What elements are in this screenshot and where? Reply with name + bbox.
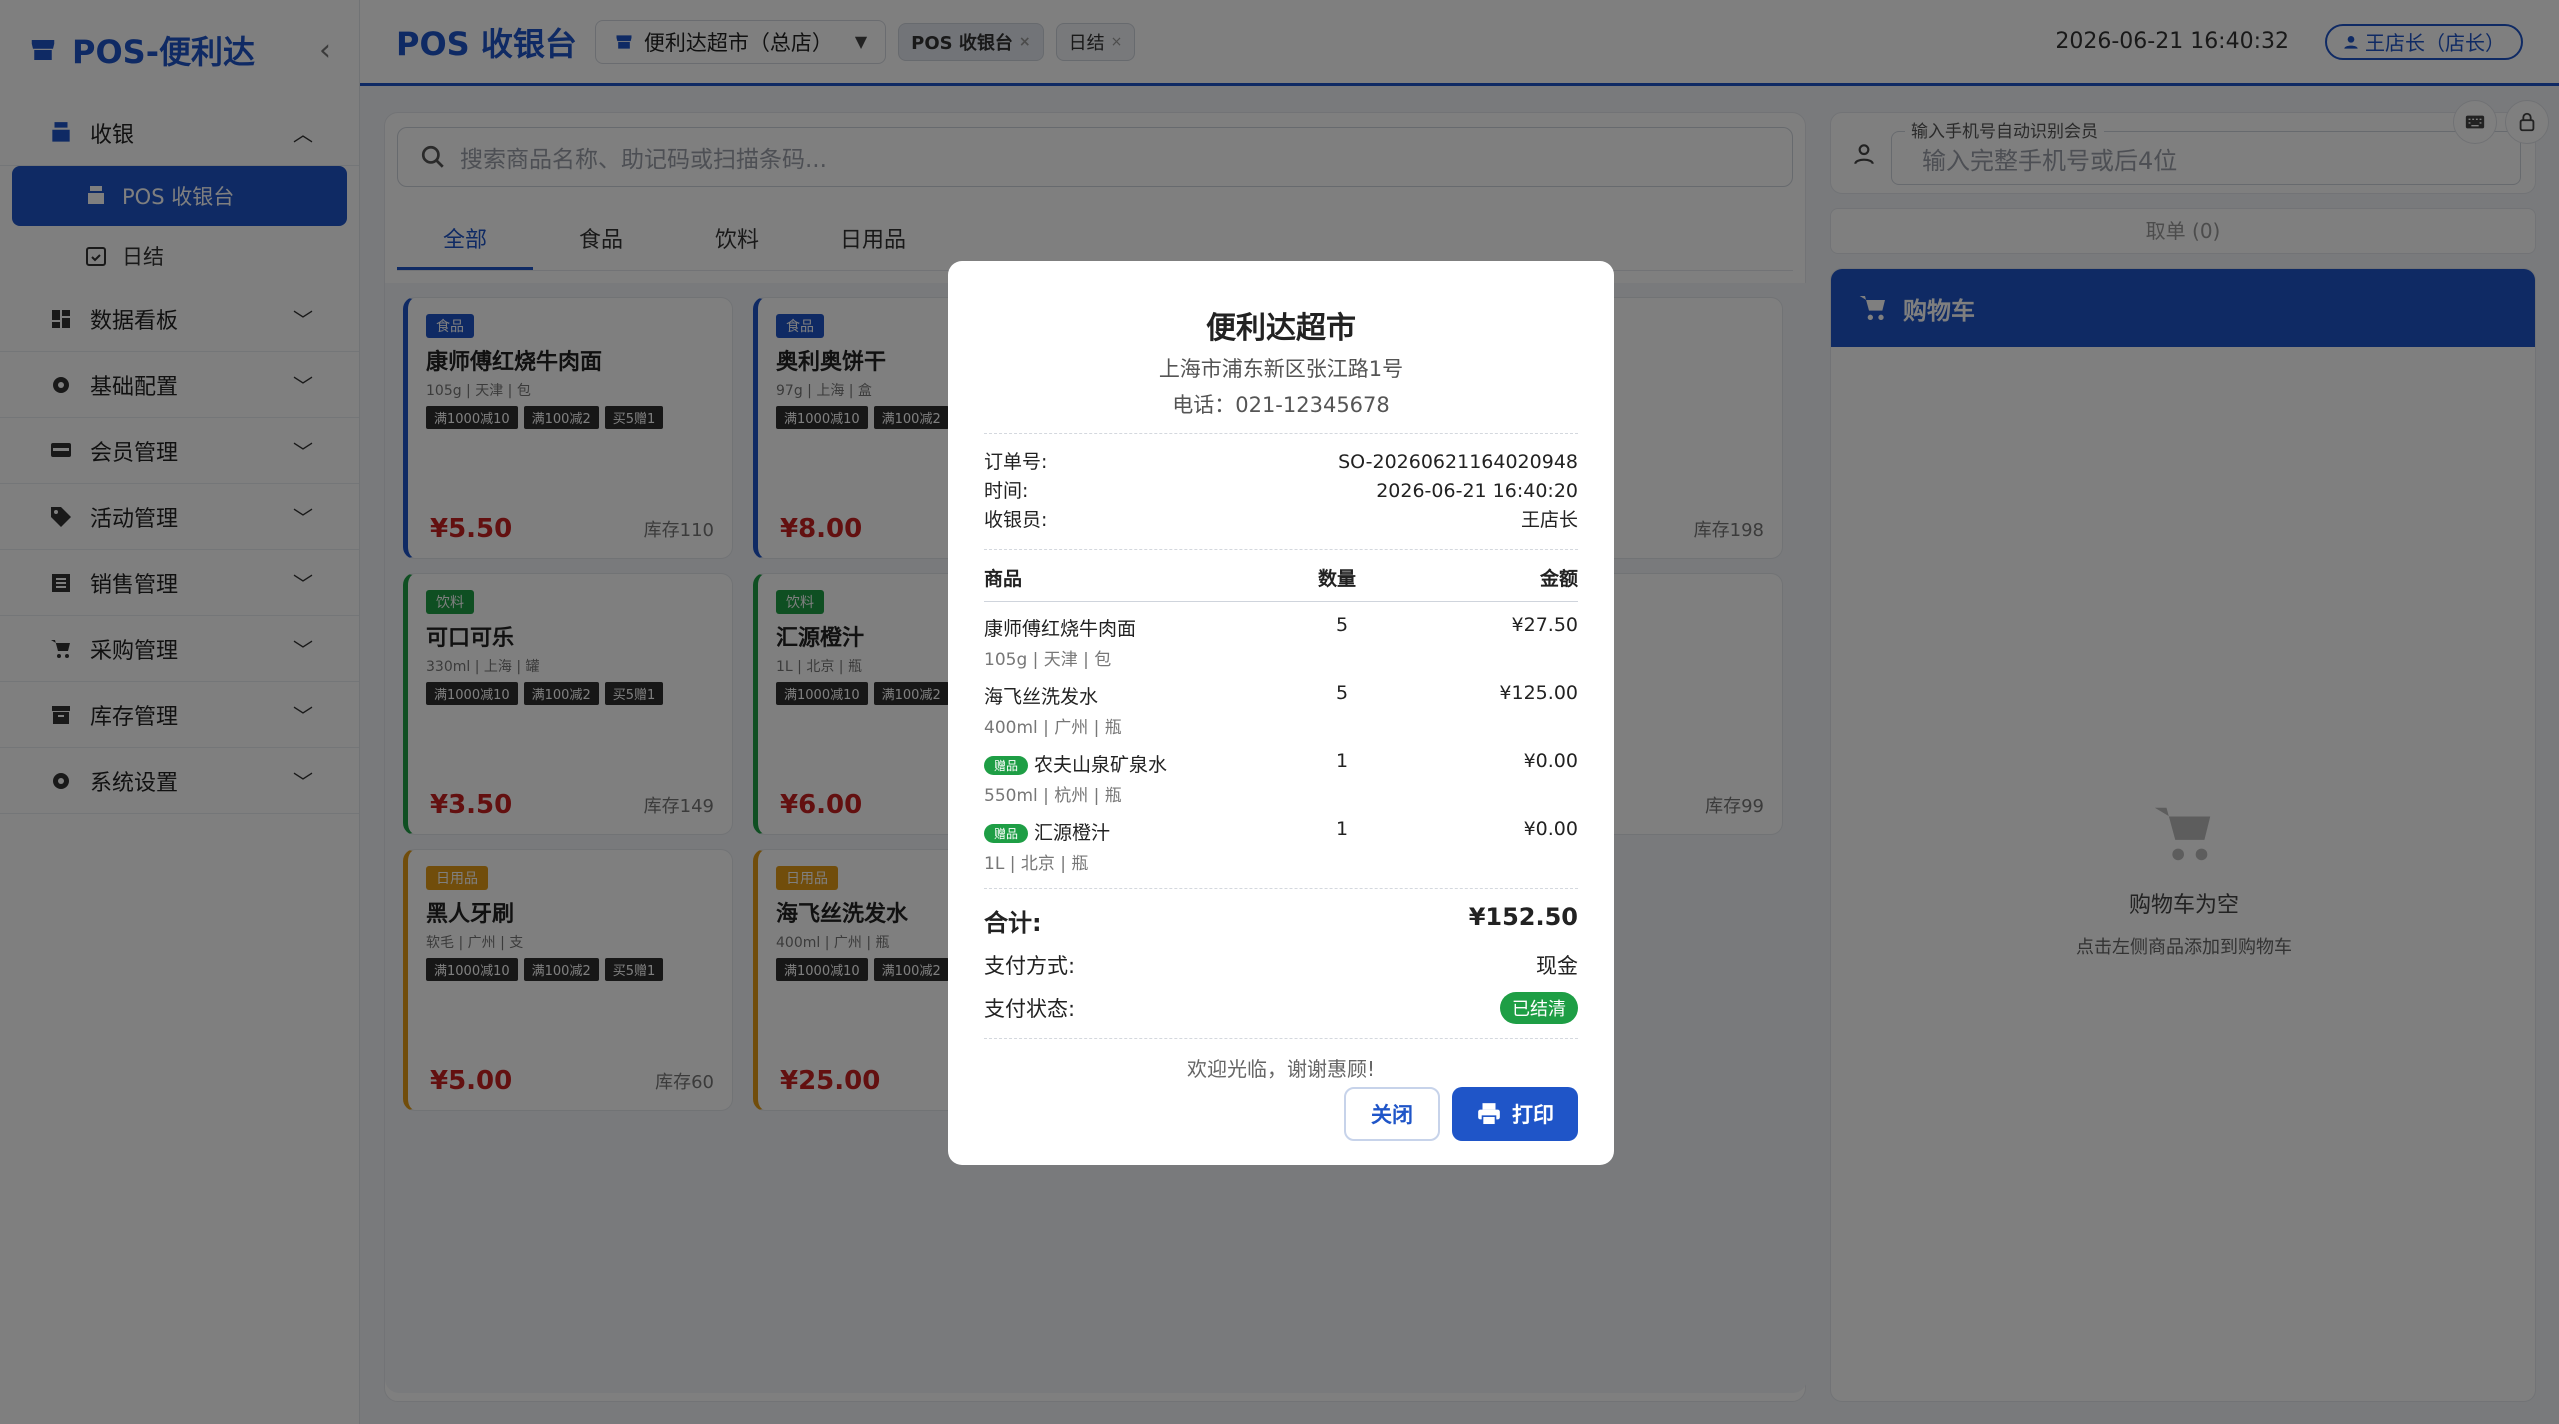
item-amount: ¥0.00 [1523, 818, 1578, 840]
item-spec: 550ml | 杭州 | 瓶 [984, 786, 1122, 806]
receipt-time: 时间: 2026-06-21 16:40:20 [984, 480, 1578, 502]
item-amount: ¥0.00 [1523, 750, 1578, 772]
item-qty: 1 [1336, 750, 1349, 772]
item-name: 康师傅红烧牛肉面 [984, 618, 1137, 640]
receipt-item: 海飞丝洗发水 400ml | 广州 | 瓶 5 ¥125.00 [984, 682, 1578, 738]
receipt-item: 赠品 农夫山泉矿泉水 550ml | 杭州 | 瓶 1 ¥0.00 [984, 750, 1578, 806]
divider [984, 888, 1578, 889]
receipt-dialog: 便利达超市 上海市浦东新区张江路1号 电话：021-12345678 订单号: … [948, 261, 1614, 1165]
receipt-total: 合计: ¥152.50 [984, 903, 1578, 937]
receipt-item: 康师傅红烧牛肉面 105g | 天津 | 包 5 ¥27.50 [984, 614, 1578, 670]
receipt-pay-status: 支付状态: 已结清 [984, 992, 1578, 1024]
close-button[interactable]: 关闭 [1344, 1087, 1440, 1141]
status-badge: 已结清 [1500, 992, 1578, 1024]
print-label: 打印 [1512, 1103, 1554, 1127]
item-name: 海飞丝洗发水 [984, 686, 1099, 708]
divider [984, 549, 1578, 550]
item-spec: 400ml | 广州 | 瓶 [984, 718, 1122, 738]
item-qty: 5 [1336, 682, 1349, 704]
receipt-item: 赠品 汇源橙汁 1L | 北京 | 瓶 1 ¥0.00 [984, 818, 1578, 874]
divider [984, 433, 1578, 434]
receipt-order-no: 订单号: SO-20260621164020948 [984, 451, 1578, 473]
item-amount: ¥125.00 [1499, 682, 1578, 704]
item-spec: 1L | 北京 | 瓶 [984, 854, 1089, 874]
item-amount: ¥27.50 [1511, 614, 1578, 636]
receipt-phone: 电话：021-12345678 [1172, 393, 1390, 417]
item-qty: 5 [1336, 614, 1349, 636]
receipt-cashier: 收银员: 王店长 [984, 509, 1578, 531]
gift-badge: 赠品 [984, 824, 1029, 843]
receipt-pay-method: 支付方式: 现金 [984, 954, 1578, 978]
divider [984, 1038, 1578, 1039]
gift-badge: 赠品 [984, 756, 1029, 775]
receipt-store-name: 便利达超市 [1206, 311, 1356, 346]
receipt-thanks: 欢迎光临，谢谢惠顾! [1186, 1057, 1376, 1081]
item-qty: 1 [1336, 818, 1349, 840]
dialog-actions: 关闭 打印 [1344, 1087, 1578, 1141]
item-name: 汇源橙汁 [1034, 822, 1111, 844]
receipt-table-header: 商品 数量 金额 [984, 564, 1578, 602]
item-spec: 105g | 天津 | 包 [984, 650, 1112, 670]
item-name: 农夫山泉矿泉水 [1034, 754, 1168, 776]
printer-icon [1478, 1103, 1500, 1126]
receipt-address: 上海市浦东新区张江路1号 [1158, 357, 1404, 381]
print-button[interactable]: 打印 [1452, 1087, 1578, 1141]
